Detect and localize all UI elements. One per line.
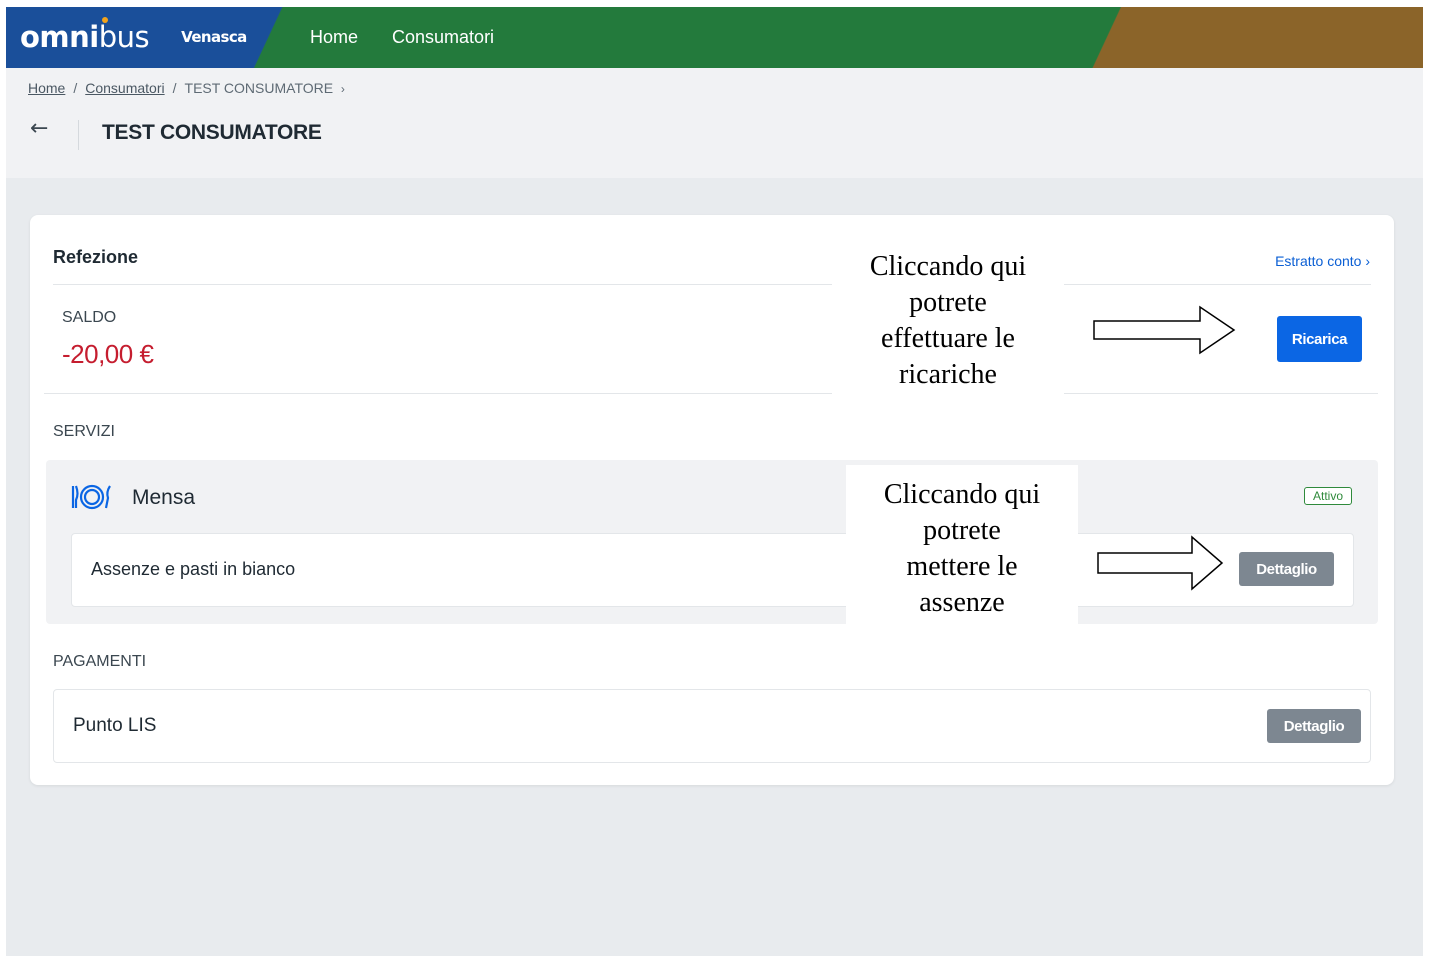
main-nav: Home Consumatori: [310, 7, 494, 68]
arrow-right-icon: [1093, 305, 1236, 355]
omnibus-logo: omnibus: [20, 17, 150, 54]
app-frame: omnibus Venasca Home Consumatori Home / Co…: [6, 7, 1423, 956]
annotation-ricarica: Cliccando qui potrete effettuare le rica…: [832, 247, 1064, 397]
annotation-assenze: Cliccando qui potrete mettere le assenze: [846, 465, 1078, 635]
arrow-right-icon: [1097, 535, 1224, 591]
status-badge: Attivo: [1303, 487, 1352, 505]
breadcrumb-home[interactable]: Home: [28, 80, 65, 96]
estratto-conto-link[interactable]: Estratto conto ›: [1275, 253, 1370, 269]
punto-lis-row: Punto LIS Dettaglio: [53, 689, 1371, 763]
divider: [53, 284, 1371, 285]
assenze-dettaglio-button[interactable]: Dettaglio: [1239, 552, 1334, 586]
page-title: TEST CONSUMATORE: [102, 121, 322, 144]
page-header: Home / Consumatori / TEST CONSUMATORE › ← TE…: [6, 68, 1423, 178]
back-arrow-icon[interactable]: ←: [30, 116, 48, 141]
plate-cutlery-icon: [71, 484, 111, 510]
brand[interactable]: omnibus Venasca: [20, 17, 247, 57]
breadcrumb-current: TEST CONSUMATORE: [184, 80, 334, 96]
logo-dot: [102, 17, 108, 23]
top-navbar: omnibus Venasca Home Consumatori: [6, 7, 1423, 68]
punto-lis-dettaglio-button[interactable]: Dettaglio: [1267, 709, 1361, 743]
pagamenti-heading: PAGAMENTI: [53, 653, 147, 670]
divider: [78, 120, 79, 150]
breadcrumb-chevron-icon: ›: [340, 82, 345, 96]
punto-lis-label: Punto LIS: [73, 715, 157, 736]
consumer-card: Refezione Estratto conto › SALDO -20,00 …: [30, 215, 1394, 785]
assenze-label: Assenze e pasti in bianco: [91, 559, 296, 579]
ricarica-button[interactable]: Ricarica: [1277, 316, 1362, 362]
servizi-heading: SERVIZI: [53, 423, 115, 440]
breadcrumb-consumatori[interactable]: Consumatori: [85, 80, 164, 96]
saldo-value: -20,00 €: [62, 339, 154, 369]
nav-home[interactable]: Home: [310, 27, 358, 48]
divider: [44, 393, 1378, 394]
saldo-label: SALDO: [62, 309, 117, 326]
breadcrumb: Home / Consumatori / TEST CONSUMATORE ›: [28, 80, 345, 96]
nav-consumatori[interactable]: Consumatori: [392, 27, 494, 48]
org-name: Venasca: [181, 28, 247, 46]
mensa-label: Mensa: [132, 486, 196, 509]
refezione-title: Refezione: [53, 247, 139, 267]
